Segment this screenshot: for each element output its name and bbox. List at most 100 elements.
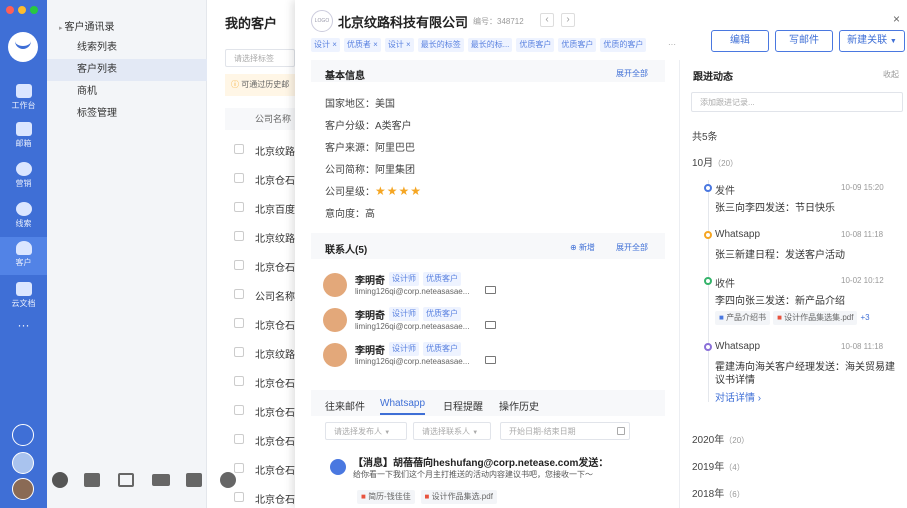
comment-icon[interactable] (186, 473, 202, 487)
table-row[interactable]: 北京纹路 (225, 343, 295, 363)
tab-3[interactable]: 操作历史 (499, 398, 539, 413)
table-row[interactable]: 北京纹路 (225, 227, 295, 247)
row-checkbox[interactable] (234, 231, 244, 241)
collapse-link[interactable]: 收起 (883, 69, 899, 80)
customer-tag[interactable]: 最长的标... (467, 38, 513, 52)
mail-icon[interactable] (485, 321, 496, 329)
customer-tag[interactable]: 优质者 × (343, 38, 381, 52)
follow-input[interactable]: 添加跟进记录... (691, 92, 903, 112)
pen-icon[interactable] (84, 473, 100, 487)
write-mail-button[interactable]: 写邮件 (775, 30, 833, 52)
menu-item-customer-list[interactable]: 客户列表 (47, 59, 207, 81)
customer-tag[interactable]: 优质客户 (516, 38, 555, 52)
basic-expand-link[interactable]: 展开全部 (616, 68, 648, 79)
row-checkbox[interactable] (234, 492, 244, 502)
table-row[interactable]: 北京纹路 (225, 140, 295, 160)
tags-more[interactable]: ··· (668, 40, 676, 49)
mail-icon[interactable] (485, 356, 496, 364)
rail-item-marketing[interactable]: 营销 (0, 158, 47, 196)
sender-select[interactable]: 请选择发布人 ▼ (325, 422, 407, 440)
menu-item-opportunities[interactable]: 商机 (47, 81, 207, 103)
tab-0[interactable]: 往来邮件 (325, 398, 365, 413)
prev-icon[interactable]: ‹ (540, 13, 554, 27)
row-checkbox[interactable] (234, 173, 244, 183)
table-row[interactable]: 北京仓石 (225, 430, 295, 450)
row-checkbox[interactable] (234, 434, 244, 444)
add-contact-button[interactable]: ⊕ 新增 (570, 242, 595, 253)
customer-tag[interactable]: 最长的标签 (417, 38, 464, 52)
table-row[interactable]: 北京百度 (225, 198, 295, 218)
rail-item-leads[interactable]: 线索 (0, 198, 47, 236)
table-row[interactable]: 北京仓石 (225, 169, 295, 189)
tab-2[interactable]: 日程提醒 (443, 398, 483, 413)
row-checkbox[interactable] (234, 144, 244, 154)
play-icon[interactable] (52, 472, 68, 488)
rail-item-cloud-docs[interactable]: 云文档 (0, 278, 47, 316)
attachment-chip[interactable]: ■ 设计作品集选.pdf (420, 490, 497, 504)
more-icon[interactable] (220, 472, 236, 488)
row-company-name: 北京仓石 (255, 466, 295, 477)
customer-tag[interactable]: 优质客户 (558, 38, 597, 52)
contact-tag: 设计师 (389, 272, 419, 286)
attachment-chip[interactable]: ■ 产品介绍书 (715, 311, 771, 325)
contact-select[interactable]: 请选择联系人 ▼ (413, 422, 491, 440)
attachment-chip[interactable]: ■ 设计作品集选集.pdf (773, 311, 858, 325)
timeline-event[interactable]: 收件 10-02 10:12 李四向张三发送：新产品介绍 ■ 产品介绍书 ■ 设计作品集… (699, 275, 907, 335)
month-header[interactable]: 10月（20） (692, 154, 738, 169)
contact-name: 李明奇 (355, 276, 385, 287)
close-icon[interactable]: × (893, 12, 900, 26)
contact-item[interactable]: 李明奇 设计师 优质客户 liming126qi@corp.neteasasae... (323, 307, 653, 337)
year-group[interactable]: 2020年（20） (692, 431, 749, 446)
minimize-window-dot[interactable] (18, 6, 26, 14)
avatar[interactable] (12, 478, 34, 500)
attachment-chip[interactable]: ■ 简历-钱佳佳 (357, 490, 415, 504)
timeline-event[interactable]: Whatsapp 10-08 11:18 霍建涛向海关客户经理发送：海关贸易建议书详… (699, 341, 907, 404)
camera-icon[interactable] (152, 474, 170, 486)
row-checkbox[interactable] (234, 347, 244, 357)
row-checkbox[interactable] (234, 202, 244, 212)
table-row[interactable]: 公司名称 (225, 285, 295, 305)
contact-item[interactable]: 李明奇 设计师 优质客户 liming126qi@corp.neteasasae... (323, 272, 653, 302)
row-checkbox[interactable] (234, 405, 244, 415)
next-icon[interactable]: › (561, 13, 575, 27)
contacts-title: 联系人(5) (325, 245, 368, 256)
row-checkbox[interactable] (234, 260, 244, 270)
year-group[interactable]: 2019年（4） (692, 458, 745, 473)
menu-item-leads-list[interactable]: 线索列表 (47, 37, 207, 59)
tab-1[interactable]: Whatsapp (380, 398, 426, 415)
company-logo: LOGO (311, 10, 333, 32)
rail-item-mail[interactable]: 邮箱 (0, 118, 47, 156)
more-attachments[interactable]: +3 (860, 313, 869, 322)
customer-tag[interactable]: 设计 × (384, 38, 414, 52)
customer-tag[interactable]: 优质的客户 (600, 38, 647, 52)
dialog-detail-link[interactable]: 对话详情 › (715, 389, 761, 404)
maximize-window-dot[interactable] (30, 6, 38, 14)
contacts-expand-link[interactable]: 展开全部 (616, 242, 648, 253)
row-company-name: 北京仓石 (255, 176, 295, 187)
menu-group-customers[interactable]: ▸ 客户通讯录 (59, 18, 114, 33)
table-row[interactable]: 北京仓石 (225, 256, 295, 276)
info-icon: ⓘ (231, 80, 242, 89)
edit-button[interactable]: 编辑 (711, 30, 769, 52)
date-range-input[interactable]: 开始日期-结束日期 (500, 422, 630, 440)
close-window-dot[interactable] (6, 6, 14, 14)
rail-more[interactable]: ··· (0, 318, 47, 332)
avatar[interactable] (12, 452, 34, 474)
new-relation-button[interactable]: 新建关联 ▼ (839, 30, 905, 52)
row-checkbox[interactable] (234, 289, 244, 299)
rail-item-dashboard[interactable]: 工作台 (0, 80, 47, 118)
mail-icon[interactable] (485, 286, 496, 294)
row-checkbox[interactable] (234, 376, 244, 386)
customer-tag[interactable]: 设计 × (311, 38, 340, 52)
table-row[interactable]: 北京仓石 (225, 401, 295, 421)
year-group[interactable]: 2018年（6） (692, 485, 745, 500)
row-checkbox[interactable] (234, 318, 244, 328)
rail-item-customers[interactable]: 客户 (0, 237, 47, 275)
contact-item[interactable]: 李明奇 设计师 优质客户 liming126qi@corp.neteasasae... (323, 342, 653, 372)
more-apps-icon[interactable] (12, 424, 34, 446)
table-row[interactable]: 北京仓石 (225, 372, 295, 392)
table-row[interactable]: 北京仓石 (225, 314, 295, 334)
tag-filter-select[interactable]: 请选择标签 (225, 49, 295, 67)
screenshot-icon[interactable] (118, 473, 134, 487)
menu-item-tag-management[interactable]: 标签管理 (47, 103, 207, 125)
